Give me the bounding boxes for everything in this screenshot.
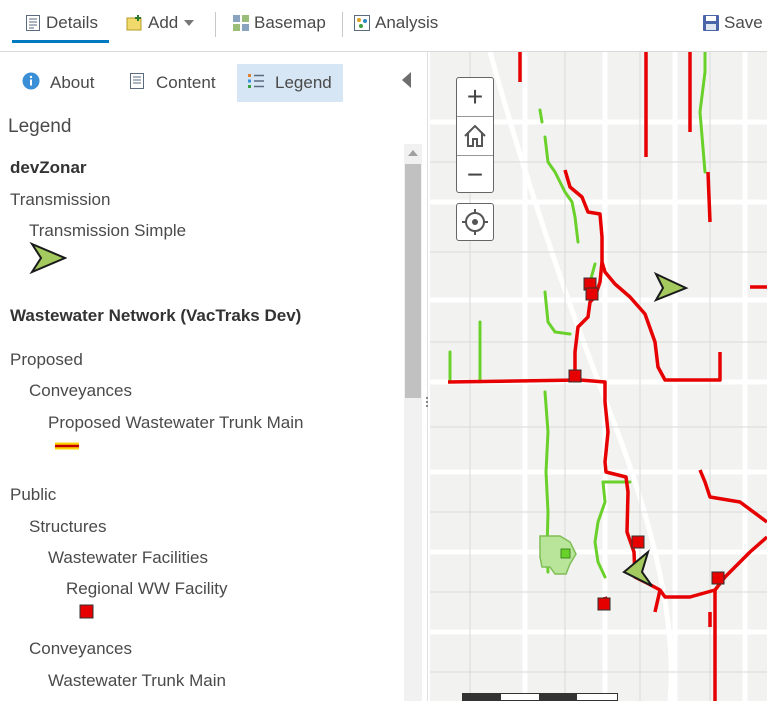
panel-tabs: About Content Legend xyxy=(0,64,427,104)
save-button[interactable]: Save xyxy=(702,0,763,45)
transmission-arrow-symbol xyxy=(29,242,67,274)
regional-ww-facility-symbol xyxy=(79,604,94,619)
legend-network-title: Wastewater Network (VacTraks Dev) xyxy=(10,306,302,325)
map-zoom-control: + − xyxy=(456,77,494,193)
legend-layer-wastewater-trunk-main: Wastewater Trunk Main xyxy=(48,671,226,690)
locate-button[interactable] xyxy=(456,203,494,241)
transmission-arrow xyxy=(622,549,653,587)
ww-facility-marker xyxy=(711,571,725,585)
legend-group-public: Public xyxy=(10,485,57,504)
facility-area-marker xyxy=(560,548,571,559)
legend-map-title: devZonar xyxy=(10,158,87,177)
details-panel: About Content Legend Legend devZonar Tra… xyxy=(0,52,428,701)
chevron-down-icon xyxy=(184,19,195,26)
legend-list: devZonar Transmission Transmission Simpl… xyxy=(0,152,400,701)
basemap-button[interactable]: Basemap xyxy=(232,0,326,45)
home-button[interactable] xyxy=(457,117,493,155)
ww-facility-marker xyxy=(585,287,599,301)
legend-group-transmission: Transmission xyxy=(10,190,111,209)
tab-content-label: Content xyxy=(156,73,216,92)
save-icon xyxy=(702,14,720,32)
toolbar-divider xyxy=(215,12,216,37)
basemap-label: Basemap xyxy=(254,12,326,32)
proposed-trunk-main-symbol xyxy=(55,442,79,450)
facility-area-polygon xyxy=(539,535,577,575)
ww-facility-marker xyxy=(631,535,645,549)
panel-splitter-handle[interactable] xyxy=(425,395,429,415)
tab-legend-label: Legend xyxy=(275,73,332,92)
transmission-arrow xyxy=(653,271,689,303)
legend-scrollbar[interactable] xyxy=(404,144,422,701)
home-icon xyxy=(464,124,486,147)
legend-group-structures: Structures xyxy=(29,517,107,536)
scroll-thumb[interactable] xyxy=(405,164,421,398)
add-label: Add xyxy=(148,12,179,32)
basemap-icon xyxy=(232,14,250,32)
top-toolbar: Details Add Basemap Analysis Save xyxy=(0,0,767,52)
legend-layer-transmission-simple: Transmission Simple xyxy=(29,221,187,240)
legend-group-proposed: Proposed xyxy=(10,350,83,369)
map-scalebar xyxy=(462,693,618,701)
analysis-icon xyxy=(353,14,371,32)
active-tab-indicator xyxy=(12,40,109,43)
add-button[interactable]: Add xyxy=(126,0,195,45)
content-icon xyxy=(128,72,146,95)
details-icon xyxy=(24,14,42,32)
analysis-button[interactable]: Analysis xyxy=(353,0,438,45)
locate-icon xyxy=(462,209,488,235)
add-layer-icon xyxy=(126,14,144,32)
ww-facility-marker xyxy=(568,369,582,383)
details-label: Details xyxy=(46,12,98,32)
zoom-out-button[interactable]: − xyxy=(457,156,493,194)
info-icon xyxy=(22,72,40,95)
legend-group-proposed-conveyances: Conveyances xyxy=(29,381,133,400)
legend-layer-proposed-trunk-main: Proposed Wastewater Trunk Main xyxy=(48,413,304,432)
toolbar-divider xyxy=(342,12,343,37)
legend-heading: Legend xyxy=(8,116,72,137)
scroll-up-arrow-icon[interactable] xyxy=(408,150,418,156)
tab-legend[interactable]: Legend xyxy=(237,64,343,102)
analysis-label: Analysis xyxy=(375,12,439,32)
tab-content[interactable]: Content xyxy=(118,64,224,102)
legend-group-public-conveyances: Conveyances xyxy=(29,639,133,658)
details-button[interactable]: Details xyxy=(24,0,98,45)
legend-layer-regional-ww-facility: Regional WW Facility xyxy=(66,579,228,598)
tab-about-label: About xyxy=(50,73,95,92)
legend-group-wastewater-facilities: Wastewater Facilities xyxy=(48,548,208,567)
collapse-panel-icon[interactable] xyxy=(402,72,411,88)
ww-facility-marker xyxy=(597,597,611,611)
legend-list-icon xyxy=(247,72,265,95)
zoom-in-button[interactable]: + xyxy=(457,78,493,116)
tab-about[interactable]: About xyxy=(12,64,102,102)
save-label: Save xyxy=(724,12,763,32)
